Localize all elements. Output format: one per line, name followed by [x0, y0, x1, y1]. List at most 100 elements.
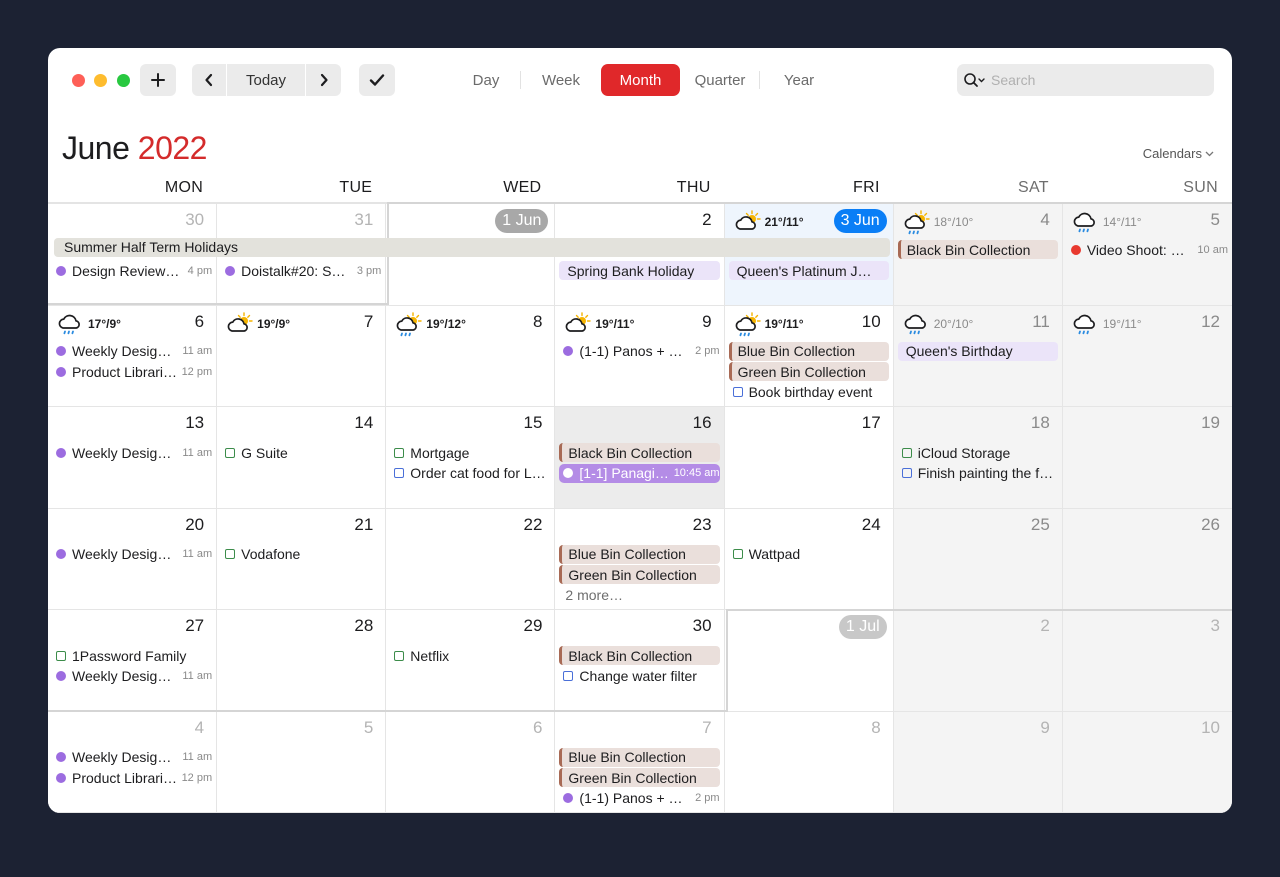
meeting-event[interactable]: (1-1) Panos + Ben 2 pm: [559, 342, 720, 361]
holiday-event[interactable]: Queen's Birthday: [897, 341, 1058, 361]
meeting-event[interactable]: Weekly Design… 11 am: [52, 667, 212, 686]
task-item[interactable]: 1Password Family: [52, 646, 212, 665]
day-cell[interactable]: 21 Vodafone: [217, 508, 387, 610]
task-item[interactable]: iCloud Storage: [898, 443, 1058, 462]
day-cell[interactable]: 11 20°/10° Queen's Birthday: [893, 305, 1063, 407]
day-cell[interactable]: 25: [893, 508, 1063, 610]
previous-month-button[interactable]: [192, 64, 227, 96]
day-cell[interactable]: 28: [217, 610, 387, 712]
day-cell[interactable]: 29 Netflix: [386, 610, 556, 712]
task-checkbox-icon[interactable]: [394, 650, 405, 661]
task-checkbox-icon[interactable]: [225, 447, 236, 458]
view-tab-quarter[interactable]: Quarter: [680, 64, 760, 96]
day-cell[interactable]: 26: [1062, 508, 1232, 610]
calendars-menu-button[interactable]: Calendars: [1143, 146, 1214, 161]
bin-collection-event[interactable]: Black Bin Collection: [897, 240, 1058, 259]
view-tab-day[interactable]: Day: [451, 64, 521, 96]
day-cell[interactable]: 9 19°/11° (1-1) Panos + Ben 2 pm: [555, 305, 725, 407]
bin-collection-event[interactable]: Green Bin Collection: [728, 362, 889, 381]
task-item[interactable]: Netflix: [390, 646, 550, 665]
day-cell[interactable]: 8: [724, 711, 894, 813]
task-checkbox-icon[interactable]: [901, 468, 912, 478]
meeting-event[interactable]: Doistalk#20: Sp… 3 pm: [221, 261, 381, 280]
selected-meeting-event[interactable]: [1-1] Panagi… 10:45 am: [559, 463, 720, 483]
day-cell[interactable]: 9: [893, 711, 1063, 813]
bin-collection-event[interactable]: Blue Bin Collection: [559, 747, 720, 767]
day-cell[interactable]: 5 14°/11° Video Shoot: S… 10 am: [1062, 204, 1232, 306]
task-checkbox-icon[interactable]: [732, 387, 743, 397]
bin-collection-event[interactable]: Green Bin Collection: [559, 565, 720, 584]
task-checkbox-icon[interactable]: [901, 447, 912, 458]
minimize-window-button[interactable]: [94, 74, 107, 87]
view-tab-month[interactable]: Month: [601, 64, 680, 96]
holiday-event[interactable]: Spring Bank Holiday: [559, 261, 720, 280]
task-checkbox-icon[interactable]: [394, 468, 405, 478]
search-input[interactable]: [991, 72, 1211, 88]
day-cell[interactable]: 20 Weekly Design… 11 am: [48, 508, 218, 610]
task-item[interactable]: Change water filter: [559, 667, 719, 686]
day-cell[interactable]: 6: [386, 711, 556, 813]
day-cell[interactable]: 4 18°/10° Black Bin Collection: [893, 204, 1063, 306]
search-field[interactable]: [957, 64, 1214, 96]
day-cell[interactable]: 1 Jul: [724, 610, 894, 712]
task-item[interactable]: Book birthday event: [729, 383, 889, 402]
next-month-button[interactable]: [306, 64, 341, 96]
bin-collection-event[interactable]: Blue Bin Collection: [559, 544, 720, 564]
day-cell[interactable]: 15 Mortgage Order cat food for L…: [386, 407, 556, 509]
task-checkbox-icon[interactable]: [732, 549, 743, 559]
day-cell[interactable]: 7 Blue Bin Collection Green Bin Collection…: [555, 711, 725, 813]
day-cell[interactable]: 19: [1062, 407, 1232, 509]
day-cell[interactable]: 3: [1062, 610, 1232, 712]
view-tab-year[interactable]: Year: [760, 64, 838, 96]
day-cell[interactable]: 16 Black Bin Collection [1-1] Panagi… 10:45…: [555, 407, 725, 509]
task-item[interactable]: Wattpad: [729, 545, 889, 564]
task-checkbox-icon[interactable]: [56, 650, 66, 661]
day-cell[interactable]: 24 Wattpad: [724, 508, 894, 610]
video-event[interactable]: Video Shoot: S… 10 am: [1067, 240, 1228, 259]
day-cell[interactable]: 30 Black Bin Collection Change water filte…: [555, 610, 725, 712]
view-tab-week[interactable]: Week: [521, 64, 601, 96]
day-cell[interactable]: 10: [1062, 711, 1232, 813]
day-cell[interactable]: 4 Weekly Design… 11 am Product Librari… 12 p…: [48, 711, 218, 813]
task-item[interactable]: Order cat food for L…: [390, 464, 550, 483]
day-cell[interactable]: 14 G Suite: [217, 407, 387, 509]
day-cell[interactable]: 7 19°/9°: [217, 305, 387, 407]
day-cell[interactable]: 12 19°/11°: [1062, 305, 1232, 407]
task-checkbox-icon[interactable]: [225, 549, 236, 559]
holiday-event[interactable]: Queen's Platinum J…: [728, 261, 889, 280]
spanning-event-summer-half-term[interactable]: Summer Half Term Holidays: [54, 238, 890, 257]
meeting-event[interactable]: Weekly Design… 11 am: [52, 545, 212, 564]
day-cell[interactable]: 5: [217, 711, 387, 813]
day-cell[interactable]: 8 19°/12°: [386, 305, 556, 407]
day-cell[interactable]: 13 Weekly Design… 11 am: [48, 407, 218, 509]
bin-collection-event[interactable]: Blue Bin Collection: [728, 341, 889, 361]
tasks-toggle-button[interactable]: [359, 64, 395, 96]
meeting-event[interactable]: Weekly Design… 11 am: [52, 443, 212, 462]
day-cell[interactable]: 22: [386, 508, 556, 610]
meeting-event[interactable]: (1-1) Panos + Ben 2 pm: [559, 789, 720, 808]
task-item[interactable]: Vodafone: [221, 545, 381, 564]
add-event-button[interactable]: [140, 64, 176, 96]
bin-collection-event[interactable]: Black Bin Collection: [559, 443, 720, 462]
meeting-event[interactable]: Design Review… 4 pm: [52, 261, 212, 280]
day-cell[interactable]: 6 17°/9° Weekly Design… 11 am Product Librar…: [48, 305, 218, 407]
bin-collection-event[interactable]: Black Bin Collection: [559, 646, 720, 665]
meeting-event[interactable]: Weekly Design… 11 am: [52, 342, 212, 361]
task-checkbox-icon[interactable]: [563, 671, 574, 681]
task-checkbox-icon[interactable]: [394, 447, 405, 458]
meeting-event[interactable]: Product Librari… 12 pm: [52, 362, 212, 381]
task-item[interactable]: Finish painting the f…: [898, 464, 1058, 483]
day-cell[interactable]: 23 Blue Bin Collection Green Bin Collectio…: [555, 508, 725, 610]
task-item[interactable]: G Suite: [221, 443, 381, 462]
zoom-window-button[interactable]: [117, 74, 130, 87]
task-item[interactable]: Mortgage: [390, 443, 550, 462]
today-button[interactable]: Today: [227, 64, 306, 96]
day-cell[interactable]: 2: [893, 610, 1063, 712]
day-cell[interactable]: 18 iCloud Storage Finish painting the f…: [893, 407, 1063, 509]
bin-collection-event[interactable]: Green Bin Collection: [559, 768, 720, 787]
day-cell[interactable]: 17: [724, 407, 894, 509]
meeting-event[interactable]: Weekly Design… 11 am: [52, 748, 212, 767]
day-cell[interactable]: 10 19°/11° Blue Bin Collection Green Bin Co…: [724, 305, 894, 407]
more-events-link[interactable]: 2 more…: [559, 586, 719, 605]
meeting-event[interactable]: Product Librari… 12 pm: [52, 768, 212, 787]
